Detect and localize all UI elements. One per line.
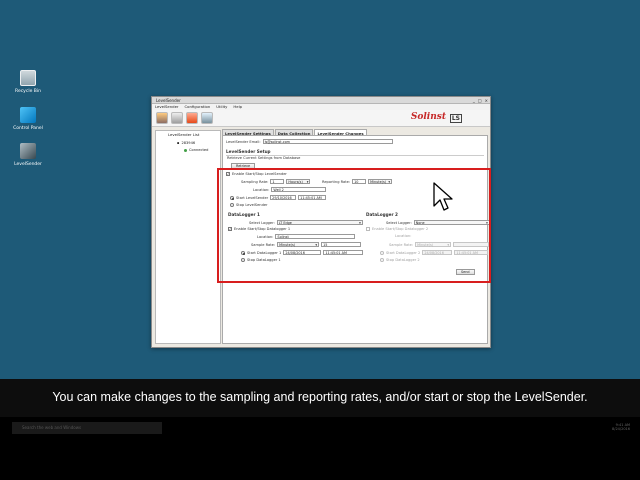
window-titlebar[interactable]: LevelSender _ □ × (152, 97, 490, 104)
settings-gear-icon[interactable] (171, 112, 183, 124)
close-button[interactable]: × (485, 98, 488, 103)
tray-date: 8/24/2016 (612, 427, 630, 431)
ls-badge: LS (449, 114, 462, 123)
email-label: LevelSender Email: (226, 139, 261, 144)
toolbar: Solinst LS (152, 110, 490, 127)
tree-status-node[interactable]: Connected (156, 148, 220, 152)
levelsender-list: LevelSender List ▪ 283946 Connected (155, 130, 221, 344)
connected-status-icon (184, 148, 187, 152)
system-tray: 9:41 AM 8/24/2016 (612, 423, 630, 431)
taskbar: Search the web and Windows 9:41 AM 8/24/… (0, 417, 640, 480)
email-field[interactable]: ls@solinst.com (262, 139, 393, 144)
window-title: LevelSender (156, 98, 181, 103)
delete-trash-icon[interactable] (201, 112, 213, 124)
levelsender-app-icon (20, 143, 36, 159)
device-status: Connected (189, 148, 209, 152)
taskbar-search[interactable]: Search the web and Windows (12, 422, 162, 434)
retrieve-text: Retrieve Current Settings from Database (227, 156, 301, 160)
levelsender-tool-icon[interactable] (156, 112, 168, 124)
desktop-icon-control-panel[interactable]: Control Panel (8, 107, 48, 131)
video-caption: You can make changes to the sampling and… (0, 379, 640, 417)
maximize-button[interactable]: □ (478, 98, 482, 103)
desktop-icon-recycle-bin[interactable]: Recycle Bin (8, 70, 48, 94)
solinst-logo: Solinst (410, 112, 446, 122)
desktop-icon-label: LevelSender (14, 162, 42, 167)
desktop-icon-levelsender[interactable]: LevelSender (8, 143, 48, 167)
minimize-button[interactable]: _ (473, 98, 475, 103)
device-icon: ▪ (177, 141, 180, 145)
data-collection-icon[interactable] (186, 112, 198, 124)
recycle-bin-icon (20, 70, 36, 86)
tree-device-node[interactable]: ▪ 283946 (156, 141, 220, 145)
desktop-icon-label: Recycle Bin (15, 89, 41, 94)
mouse-cursor-icon (433, 182, 453, 211)
setup-title: LevelSender Setup (226, 149, 271, 154)
control-panel-icon (20, 107, 36, 123)
device-id: 283946 (181, 141, 196, 145)
list-header: LevelSender List (168, 132, 200, 137)
desktop-icon-label: Control Panel (13, 126, 43, 131)
